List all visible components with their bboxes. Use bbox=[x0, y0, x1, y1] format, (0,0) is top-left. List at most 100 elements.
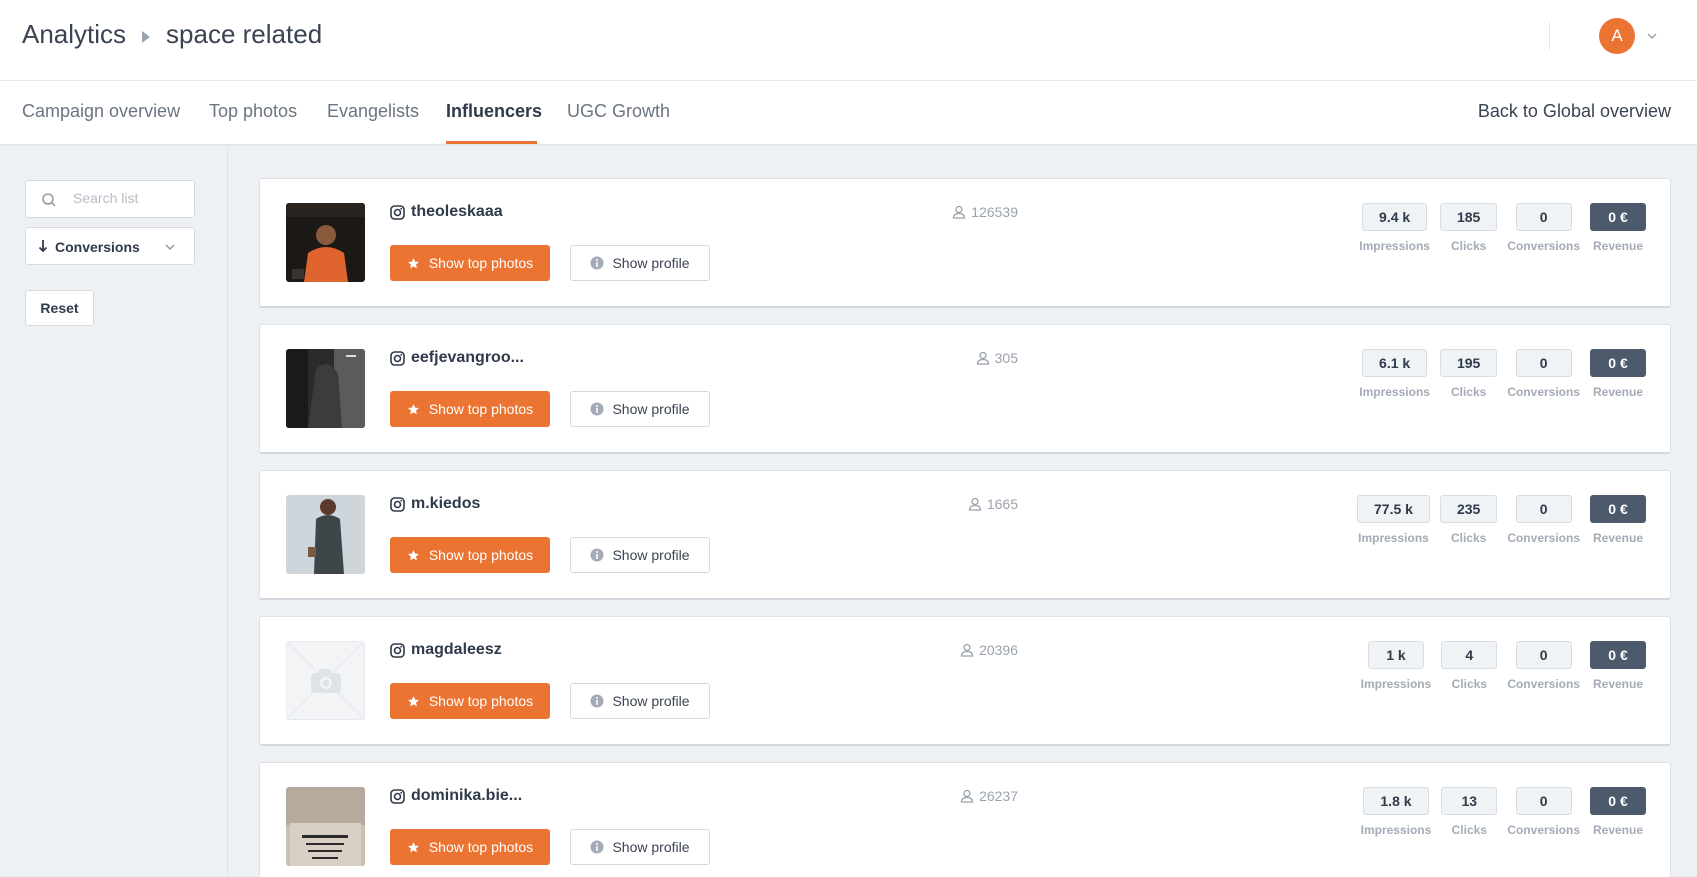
influencer-handle[interactable]: m.kiedos bbox=[390, 495, 480, 513]
influencer-handle[interactable]: theoleskaaa bbox=[390, 203, 503, 221]
info-icon bbox=[590, 402, 604, 416]
star-icon bbox=[407, 841, 419, 852]
back-to-global-overview-link[interactable]: Back to Global overview bbox=[1478, 101, 1671, 122]
follower-count: 26237 bbox=[960, 788, 1018, 804]
instagram-icon bbox=[390, 496, 405, 512]
show-profile-button[interactable]: Show profile bbox=[570, 829, 710, 865]
show-top-photos-label: Show top photos bbox=[428, 547, 534, 563]
tab-evangelists[interactable]: Evangelists bbox=[327, 101, 419, 122]
impressions-caption: Impressions bbox=[1360, 823, 1432, 837]
search-box[interactable] bbox=[25, 180, 195, 218]
metric-revenue: 0 € Revenue bbox=[1590, 495, 1646, 545]
metrics-group: 9.4 k Impressions 185 Clicks 0 Conversions … bbox=[1359, 203, 1646, 253]
chevron-down-icon[interactable] bbox=[1645, 29, 1659, 43]
show-profile-button[interactable]: Show profile bbox=[570, 683, 710, 719]
instagram-icon bbox=[390, 788, 405, 804]
metric-conversions: 0 Conversions bbox=[1507, 641, 1580, 691]
influencer-photo bbox=[286, 787, 365, 866]
handle-text: dominika.bie... bbox=[411, 787, 523, 804]
follower-count: 126539 bbox=[952, 204, 1018, 220]
metrics-group: 1.8 k Impressions 13 Clicks 0 Conversions 0… bbox=[1361, 787, 1646, 837]
instagram-icon bbox=[390, 350, 405, 366]
influencer-card: dominika.bie... 26237 Show top photos Sh… bbox=[259, 762, 1671, 877]
show-top-photos-button[interactable]: Show top photos bbox=[390, 829, 550, 865]
influencer-handle[interactable]: magdaleesz bbox=[390, 641, 502, 659]
show-profile-button[interactable]: Show profile bbox=[570, 391, 710, 427]
instagram-icon bbox=[390, 642, 405, 658]
conversions-caption: Conversions bbox=[1507, 385, 1580, 399]
influencer-card: magdaleesz 20396 Show top photos Show pr… bbox=[259, 616, 1671, 746]
follower-count-value: 20396 bbox=[979, 642, 1018, 658]
clicks-value: 195 bbox=[1439, 349, 1498, 377]
conversions-caption: Conversions bbox=[1507, 239, 1580, 253]
conversions-caption: Conversions bbox=[1507, 823, 1580, 837]
metric-clicks: 4 Clicks bbox=[1441, 641, 1498, 691]
show-top-photos-label: Show top photos bbox=[428, 255, 534, 271]
handle-text: eefjevangroo... bbox=[411, 349, 524, 366]
show-profile-label: Show profile bbox=[612, 547, 690, 563]
metric-conversions: 0 Conversions bbox=[1507, 349, 1580, 399]
revenue-value: 0 € bbox=[1590, 787, 1646, 815]
revenue-value: 0 € bbox=[1590, 641, 1646, 669]
show-top-photos-button[interactable]: Show top photos bbox=[390, 245, 550, 281]
revenue-caption: Revenue bbox=[1592, 823, 1644, 837]
clicks-caption: Clicks bbox=[1451, 823, 1487, 837]
instagram-icon bbox=[390, 204, 405, 220]
breadcrumb-root[interactable]: Analytics bbox=[22, 19, 126, 50]
metric-impressions: 1 k Impressions bbox=[1360, 641, 1432, 691]
star-icon bbox=[407, 257, 419, 268]
follower-count: 20396 bbox=[960, 642, 1018, 658]
user-icon bbox=[960, 643, 974, 657]
metric-impressions: 6.1 k Impressions bbox=[1359, 349, 1430, 399]
influencer-photo bbox=[286, 495, 365, 574]
impressions-caption: Impressions bbox=[1359, 239, 1430, 253]
tab-campaign-overview[interactable]: Campaign overview bbox=[22, 101, 180, 122]
chevron-down-icon bbox=[165, 244, 175, 251]
clicks-value: 4 bbox=[1441, 641, 1498, 669]
revenue-caption: Revenue bbox=[1592, 385, 1644, 399]
metric-revenue: 0 € Revenue bbox=[1590, 203, 1646, 253]
sort-select[interactable]: Conversions bbox=[25, 227, 195, 265]
sort-select-label: Conversions bbox=[55, 239, 140, 255]
follower-count: 305 bbox=[976, 350, 1018, 366]
user-icon bbox=[976, 351, 989, 365]
revenue-caption: Revenue bbox=[1592, 677, 1644, 691]
impressions-value: 77.5 k bbox=[1357, 495, 1430, 523]
revenue-caption: Revenue bbox=[1592, 239, 1644, 253]
reset-button[interactable]: Reset bbox=[25, 290, 94, 326]
show-profile-button[interactable]: Show profile bbox=[570, 537, 710, 573]
show-profile-label: Show profile bbox=[612, 693, 690, 709]
show-profile-label: Show profile bbox=[612, 255, 690, 271]
metrics-group: 77.5 k Impressions 235 Clicks 0 Conversions… bbox=[1357, 495, 1646, 545]
influencer-handle[interactable]: eefjevangroo... bbox=[390, 349, 524, 367]
show-top-photos-button[interactable]: Show top photos bbox=[390, 537, 550, 573]
breadcrumb: Analytics space related bbox=[22, 19, 322, 50]
influencer-card: theoleskaaa 126539 Show top photos Show … bbox=[259, 178, 1671, 308]
header-divider bbox=[1549, 22, 1550, 50]
metric-impressions: 77.5 k Impressions bbox=[1357, 495, 1430, 545]
clicks-caption: Clicks bbox=[1450, 531, 1487, 545]
sidebar: Conversions Reset bbox=[0, 146, 228, 877]
clicks-caption: Clicks bbox=[1450, 385, 1487, 399]
metric-impressions: 9.4 k Impressions bbox=[1359, 203, 1430, 253]
tab-bar: Campaign overview Top photos Evangelists… bbox=[0, 81, 1697, 145]
show-top-photos-button[interactable]: Show top photos bbox=[390, 391, 550, 427]
show-top-photos-button[interactable]: Show top photos bbox=[390, 683, 550, 719]
clicks-value: 185 bbox=[1439, 203, 1498, 231]
avatar[interactable]: A bbox=[1599, 18, 1635, 54]
info-icon bbox=[590, 548, 604, 562]
show-profile-button[interactable]: Show profile bbox=[570, 245, 710, 281]
tab-influencers[interactable]: Influencers bbox=[446, 101, 542, 122]
metric-clicks: 13 Clicks bbox=[1441, 787, 1498, 837]
clicks-value: 13 bbox=[1441, 787, 1498, 815]
influencer-photo bbox=[286, 349, 365, 428]
search-input[interactable] bbox=[73, 190, 188, 206]
tab-top-photos[interactable]: Top photos bbox=[209, 101, 297, 122]
show-top-photos-label: Show top photos bbox=[428, 401, 534, 417]
impressions-caption: Impressions bbox=[1360, 677, 1432, 691]
metrics-group: 6.1 k Impressions 195 Clicks 0 Conversions … bbox=[1359, 349, 1646, 399]
influencer-handle[interactable]: dominika.bie... bbox=[390, 787, 522, 805]
tab-ugc-growth[interactable]: UGC Growth bbox=[567, 101, 670, 122]
metric-revenue: 0 € Revenue bbox=[1590, 787, 1646, 837]
metric-clicks: 235 Clicks bbox=[1439, 495, 1498, 545]
